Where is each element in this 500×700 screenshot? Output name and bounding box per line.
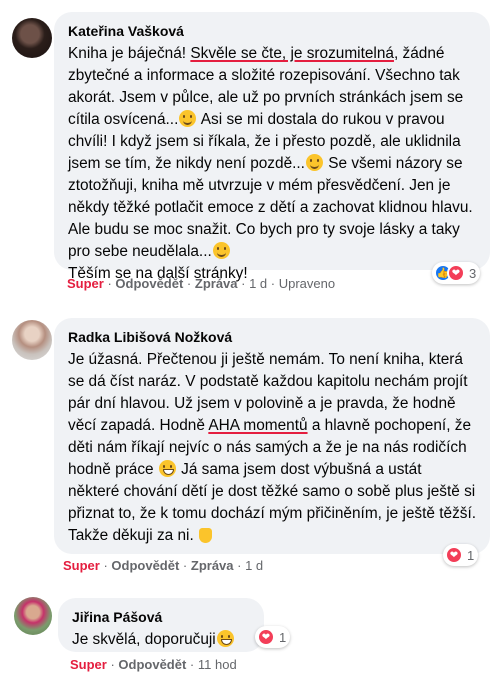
smile-emoji-icon	[305, 154, 323, 171]
comment-bubble: Jiřina Pášová Je skvělá, doporučuji	[58, 598, 264, 652]
underlined-text: AHA momentů	[208, 417, 308, 434]
reactions-summary[interactable]: 👍 ❤ 3	[432, 262, 481, 284]
text-segment: Je skvělá, doporučuji	[72, 631, 216, 648]
timestamp[interactable]: 11 hod	[198, 657, 237, 672]
reply-link[interactable]: Odpovědět	[115, 276, 183, 291]
avatar[interactable]	[12, 18, 52, 58]
heart-icon: ❤	[445, 546, 463, 564]
grin-emoji-icon	[216, 630, 234, 647]
thumbs-up-emoji-icon	[199, 528, 213, 543]
comment-author[interactable]: Radka Libišová Nožková	[68, 328, 476, 346]
reaction-count: 3	[469, 265, 477, 281]
comment-text: Kniha je báječná! Skvěle se čte, je sroz…	[68, 43, 476, 285]
message-link[interactable]: Zpráva	[195, 276, 238, 291]
reactions-summary[interactable]: ❤ 1	[255, 626, 291, 648]
message-link[interactable]: Zpráva	[191, 558, 234, 573]
avatar[interactable]	[12, 320, 52, 360]
reaction-count: 1	[467, 547, 475, 563]
comment-text: Je úžasná. Přečtenou ji ještě nemám. To …	[68, 349, 476, 547]
avatar[interactable]	[14, 597, 52, 635]
timestamp[interactable]: 1 d	[245, 558, 263, 573]
reply-link[interactable]: Odpovědět	[118, 657, 186, 672]
comment-actions: Super · Odpovědět · 11 hod	[70, 657, 237, 672]
reactions-summary[interactable]: ❤ 1	[443, 544, 479, 566]
edited-label: Upraveno	[278, 276, 336, 291]
timestamp[interactable]: 1 d	[249, 276, 267, 291]
underlined-text: Skvěle se čte, je srozumitelná	[190, 45, 394, 62]
reply-link[interactable]: Odpovědět	[111, 558, 179, 573]
super-reaction-link[interactable]: Super	[63, 558, 100, 573]
heart-icon: ❤	[257, 628, 275, 646]
smile-emoji-icon	[179, 110, 197, 127]
comment-text: Je skvělá, doporučuji	[72, 629, 250, 651]
text-segment: Kniha je báječná!	[68, 45, 191, 62]
heart-icon: ❤	[447, 264, 465, 282]
super-reaction-link[interactable]: Super	[70, 657, 107, 672]
comment-author[interactable]: Kateřina Vašková	[68, 22, 476, 40]
super-reaction-link[interactable]: Super	[67, 276, 104, 291]
comment-author[interactable]: Jiřina Pášová	[72, 608, 250, 626]
reaction-count: 1	[279, 629, 287, 645]
comment-actions: Super · Odpovědět · Zpráva · 1 d · Uprav…	[67, 276, 336, 291]
comment-bubble: Radka Libišová Nožková Je úžasná. Přečte…	[54, 318, 490, 554]
comment-bubble: Kateřina Vašková Kniha je báječná! Skvěl…	[54, 12, 490, 282]
grin-emoji-icon	[158, 460, 176, 477]
smile-emoji-icon	[212, 242, 230, 259]
comment-actions: Super · Odpovědět · Zpráva · 1 d	[63, 558, 264, 573]
